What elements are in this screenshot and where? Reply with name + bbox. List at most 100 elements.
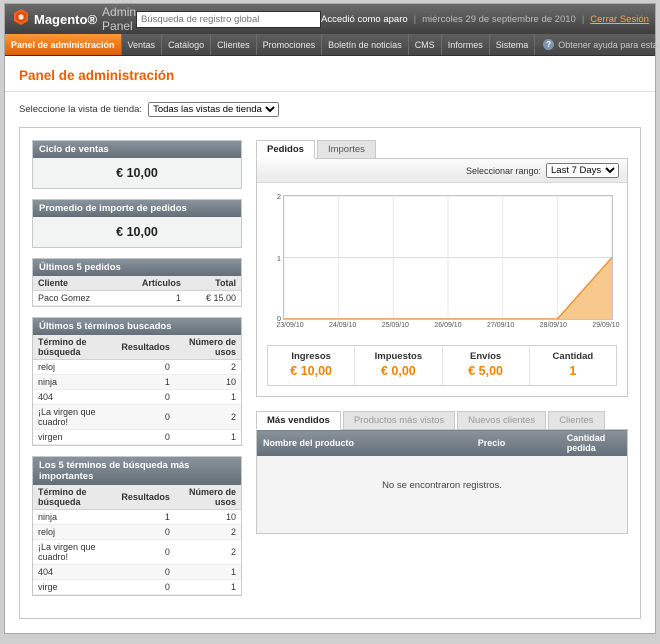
table-row[interactable]: ninja 1 10 [33,510,241,525]
col-header: Nombre del producto [257,430,472,457]
cell: 1 [116,375,175,390]
store-view-label: Seleccione la vista de tienda: [19,104,142,115]
nav-item-dashboard[interactable]: Panel de administración [5,34,122,55]
cell: 2 [175,360,241,375]
tab-mas-vendidos[interactable]: Más vendidos [256,411,341,430]
table-row[interactable]: reloj 0 2 [33,360,241,375]
x-axis: 23/09/10 24/09/10 25/09/10 26/09/10 27/0… [271,322,625,329]
last-search-table: Término de búsqueda Resultados Número de… [33,335,241,445]
x-axis-label: 28/09/10 [534,322,572,329]
cell: ¡La virgen que cuadro! [33,405,116,430]
cell: 1 [175,565,241,580]
table-row[interactable]: ¡La virgen que cuadro! 0 2 [33,540,241,565]
average-orders-block: Promedio de importe de pedidos € 10,00 [32,199,242,248]
top-search-title: Los 5 términos de búsqueda más important… [33,457,241,485]
table-row[interactable]: 404 0 1 [33,565,241,580]
global-search-input[interactable] [136,11,321,28]
lifetime-sales-block: Ciclo de ventas € 10,00 [32,140,242,189]
products-table: Nombre del producto Precio Cantidad pedi… [256,429,628,534]
left-column: Ciclo de ventas € 10,00 Promedio de impo… [32,140,242,606]
last-orders-block: Últimos 5 pedidos Cliente Artículos Tota… [32,258,242,307]
cell: 0 [116,540,175,565]
table-row[interactable]: ninja 1 10 [33,375,241,390]
cell: 0 [116,430,175,445]
tab-importes[interactable]: Importes [317,140,376,159]
col-header: Cantidad pedida [561,430,628,457]
cell: 0 [116,580,175,595]
last-search-block: Últimos 5 términos buscados Término de b… [32,317,242,446]
col-header: Término de búsqueda [33,335,116,360]
average-orders-title: Promedio de importe de pedidos [33,200,241,217]
logged-in-as: Accedió como aparo [321,14,408,25]
total-value: € 10,00 [270,364,352,378]
nav-item-cms[interactable]: CMS [409,34,442,55]
header: Magento® Admin Panel Accedió como aparo … [5,4,655,34]
nav-item-sales[interactable]: Ventas [122,34,163,55]
logo[interactable]: Magento® Admin Panel [13,5,136,33]
cell: 1 [118,291,185,306]
col-header: Cliente [33,276,118,291]
global-search [136,11,321,28]
nav-item-system[interactable]: Sistema [490,34,536,55]
main-nav: Panel de administración Ventas Catálogo … [5,34,655,56]
logo-suffix: Admin Panel [102,5,136,33]
total-impuestos: Impuestos € 0,00 [355,346,442,385]
separator: | [582,14,584,25]
cell: virgen [33,430,116,445]
empty-message: No se encontraron registros. [257,456,628,534]
col-header: Término de búsqueda [33,485,116,510]
nav-item-reports[interactable]: Informes [442,34,490,55]
lifetime-sales-value: € 10,00 [33,158,241,188]
total-ingresos: Ingresos € 10,00 [268,346,355,385]
table-row[interactable]: virge 0 1 [33,580,241,595]
x-axis-label: 29/09/10 [587,322,625,329]
magento-admin-page: Magento® Admin Panel Accedió como aparo … [4,3,656,634]
cell: 1 [116,510,175,525]
cell: ninja [33,375,116,390]
cell: 1 [175,430,241,445]
store-switcher: Seleccione la vista de tienda: Todas las… [19,102,641,117]
separator: | [414,14,416,25]
cell: ¡La virgen que cuadro! [33,540,116,565]
top-search-block: Los 5 términos de búsqueda más important… [32,456,242,596]
last-orders-table: Cliente Artículos Total Paco Gomez 1 € 1… [33,276,241,306]
page-help-label: Obtener ayuda para esta página [558,40,660,50]
nav-item-newsletter[interactable]: Boletín de noticias [322,34,409,55]
store-view-select[interactable]: Todas las vistas de tienda [148,102,279,117]
tab-nuevos-clientes[interactable]: Nuevos clientes [457,411,546,430]
x-axis-label: 24/09/10 [324,322,362,329]
tab-clientes[interactable]: Clientes [548,411,604,430]
divider [5,91,655,92]
table-row[interactable]: virgen 0 1 [33,430,241,445]
dashboard-panel: Ciclo de ventas € 10,00 Promedio de impo… [19,127,641,619]
x-axis-label: 26/09/10 [429,322,467,329]
cell: 0 [116,565,175,580]
table-row[interactable]: ¡La virgen que cuadro! 0 2 [33,405,241,430]
tab-productos-mas-vistos[interactable]: Productos más vistos [343,411,455,430]
table-row[interactable]: Paco Gomez 1 € 15.00 [33,291,241,306]
total-label: Ingresos [270,351,352,362]
page-title: Panel de administración [19,68,641,83]
nav-item-catalog[interactable]: Catálogo [162,34,211,55]
tab-pedidos[interactable]: Pedidos [256,140,315,159]
x-axis-label: 27/09/10 [482,322,520,329]
chart-tabs: Pedidos Importes [256,140,628,159]
header-date: miércoles 29 de septiembre de 2010 [422,14,576,25]
nav-item-promotions[interactable]: Promociones [257,34,323,55]
table-row[interactable]: reloj 0 2 [33,525,241,540]
page-help-link[interactable]: ? Obtener ayuda para esta página [535,34,660,55]
range-select[interactable]: Last 7 Days [546,163,619,178]
last-orders-title: Últimos 5 pedidos [33,259,241,276]
y-axis-label: 2 [270,192,281,201]
total-cantidad: Cantidad 1 [530,346,616,385]
cell: 1 [175,580,241,595]
cell: 0 [116,390,175,405]
chart-panel: Seleccionar rango: Last 7 Days 2 1 0 [256,158,628,397]
logout-link[interactable]: Cerrar Sesión [590,14,649,25]
cell: 10 [175,375,241,390]
nav-item-customers[interactable]: Clientes [211,34,257,55]
cell: 2 [175,405,241,430]
cell: reloj [33,525,116,540]
table-row[interactable]: 404 0 1 [33,390,241,405]
cell: 0 [116,525,175,540]
